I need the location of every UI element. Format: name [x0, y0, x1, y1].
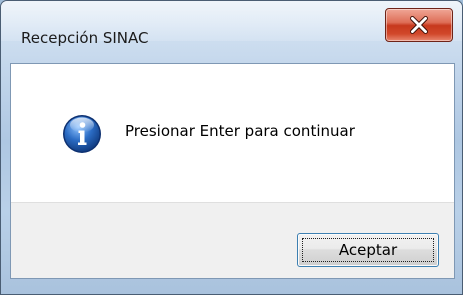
accept-button[interactable]: Aceptar: [297, 233, 439, 267]
accept-button-label: Aceptar: [302, 238, 434, 262]
close-button[interactable]: [385, 8, 453, 42]
title-bar[interactable]: Recepción SINAC: [1, 1, 462, 53]
message-area: Presionar Enter para continuar: [11, 64, 454, 202]
close-icon: [410, 16, 428, 34]
message-text: Presionar Enter para continuar: [125, 122, 355, 140]
button-bar: Aceptar: [11, 202, 454, 278]
dialog-content: Presionar Enter para continuar Aceptar: [10, 63, 455, 279]
window-title: Recepción SINAC: [21, 29, 149, 47]
dialog-window: Recepción SINAC Presionar Enter para con…: [0, 0, 463, 295]
info-icon: [63, 115, 101, 153]
